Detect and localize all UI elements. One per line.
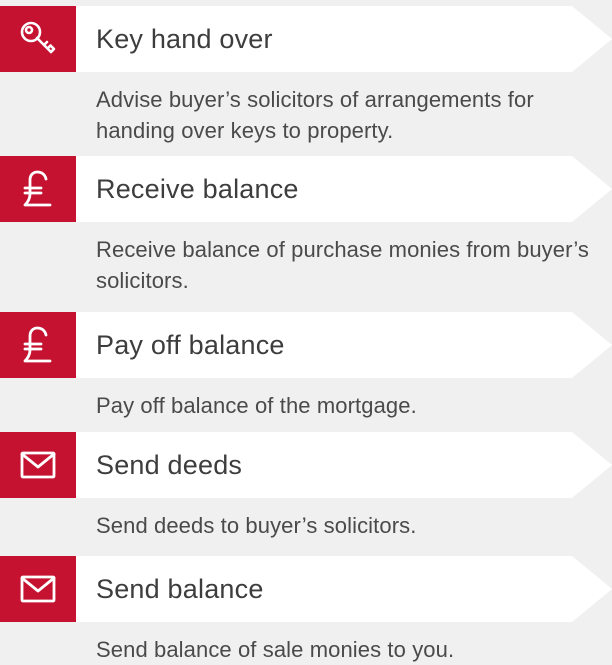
step-title: Send balance	[96, 574, 264, 604]
envelope-icon	[20, 451, 56, 479]
step-title: Pay off balance	[96, 330, 285, 360]
step-icon-box	[0, 432, 76, 498]
step-description: Receive balance of purchase monies from …	[96, 237, 590, 293]
pound-icon	[23, 326, 52, 363]
step-header: Send deeds	[0, 432, 612, 498]
step-send-deeds: Send deeds Send deeds to buyer’s solicit…	[0, 432, 612, 538]
step-icon-box	[0, 6, 76, 72]
key-icon	[20, 21, 56, 54]
step-key-hand-over: Key hand over Advise buyer’s solicitors …	[0, 6, 612, 143]
step-header-bar	[0, 156, 612, 222]
step-header-bar	[0, 432, 612, 498]
step-header: Key hand over	[0, 6, 612, 72]
step-pay-off-balance: Pay off balance Pay off balance of the m…	[0, 312, 612, 418]
step-description: Advise buyer’s solicitors of arrangement…	[96, 87, 534, 143]
step-icon-box	[0, 312, 76, 378]
step-description: Send balance of sale monies to you.	[96, 637, 455, 662]
step-send-balance: Send balance Send balance of sale monies…	[0, 556, 612, 662]
step-header: Receive balance	[0, 156, 612, 222]
step-icon-box	[0, 156, 76, 222]
step-header: Send balance	[0, 556, 612, 622]
envelope-icon	[20, 575, 56, 603]
step-header-bar	[0, 312, 612, 378]
step-title: Receive balance	[96, 174, 299, 204]
step-header-bar	[0, 556, 612, 622]
step-description: Pay off balance of the mortgage.	[96, 393, 417, 418]
step-icon-box	[0, 556, 76, 622]
pound-icon	[23, 170, 52, 207]
step-header: Pay off balance	[0, 312, 612, 378]
step-title: Send deeds	[96, 450, 243, 480]
step-description: Send deeds to buyer’s solicitors.	[96, 513, 417, 538]
step-title: Key hand over	[96, 24, 273, 54]
step-header-bar	[0, 6, 612, 72]
step-receive-balance: Receive balance Receive balance of purch…	[0, 156, 612, 293]
